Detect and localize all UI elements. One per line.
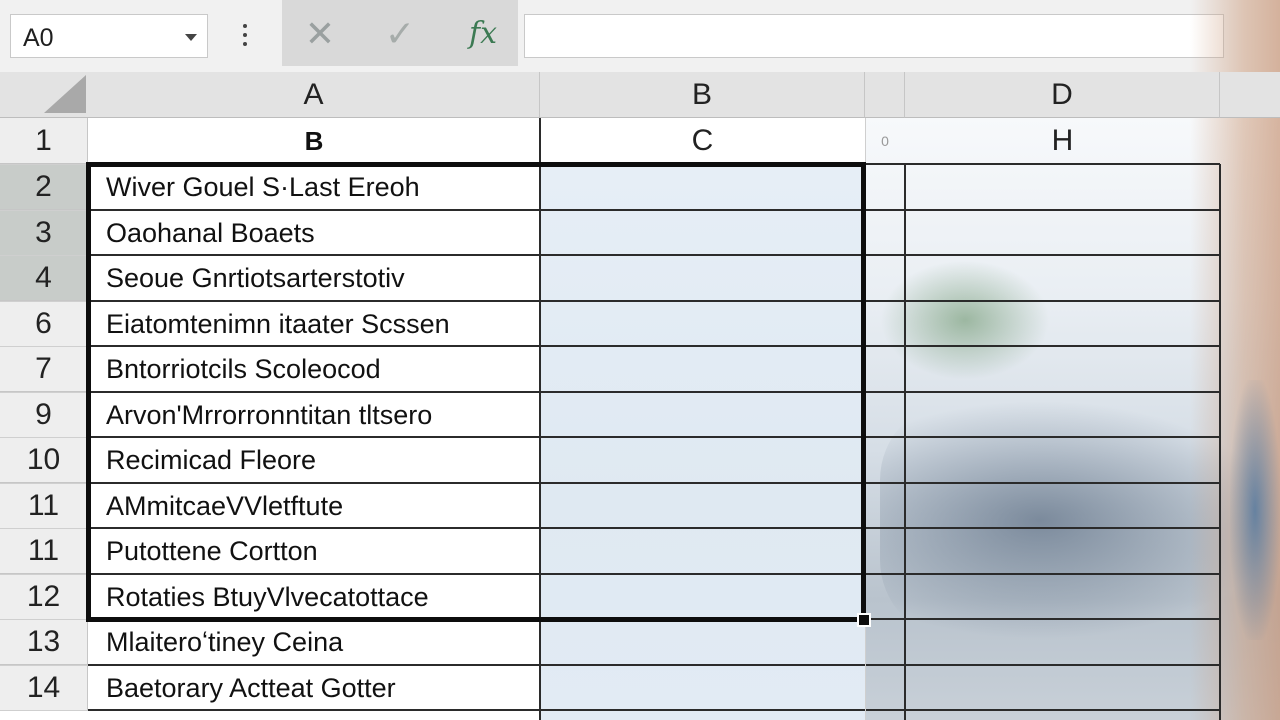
row-header[interactable]: 14 [0,665,88,711]
cell-narrow[interactable] [865,665,905,711]
grid-line [0,210,88,211]
grid-line [0,665,88,666]
cell-d[interactable] [905,437,1220,483]
chevron-down-icon[interactable] [185,34,197,41]
enter-icon[interactable]: ✓ [380,14,420,54]
grid-line [0,392,88,393]
cell-narrow1[interactable]: 0 [865,118,905,164]
edge-blur-blue [1230,380,1280,640]
row-header[interactable]: 2 [0,164,88,210]
grid-line [0,528,88,529]
grid-line [0,483,88,484]
cell-narrow[interactable] [865,255,905,301]
cell-narrow[interactable] [865,210,905,256]
selection-range [86,162,866,622]
cell-a1[interactable]: B [88,118,540,164]
cell-d1[interactable]: H [905,118,1220,164]
cell-a[interactable]: Baetorary Actteat Gotter [88,665,540,711]
grid-line [0,574,88,575]
insert-function-button[interactable]: fx [460,14,506,54]
formula-bar: A0 ✕ ✓ fx [0,0,1280,72]
row-header[interactable]: 4 [0,255,88,301]
row-header[interactable]: 12 [0,574,88,620]
grid-line [0,619,88,620]
row-header[interactable]: 3 [0,210,88,256]
grid-line [0,437,88,438]
grid-line [0,164,88,165]
column-header-d[interactable]: D [905,72,1220,118]
grid-line [88,709,1220,711]
cell-d[interactable] [905,164,1220,210]
cell-b[interactable] [540,619,865,665]
row-header[interactable]: 7 [0,346,88,392]
cell-narrow[interactable] [865,301,905,347]
cell-d[interactable] [905,574,1220,620]
cell-d[interactable] [905,483,1220,529]
cell-d[interactable] [905,346,1220,392]
grid-line [904,164,906,720]
column-header-hidden[interactable] [865,72,905,118]
fill-handle[interactable] [857,613,871,627]
row-header[interactable]: 11 [0,528,88,574]
cell-narrow[interactable] [865,164,905,210]
cell-d[interactable] [905,619,1220,665]
row-header[interactable]: 13 [0,619,88,665]
row-header[interactable]: 9 [0,392,88,438]
grid-line [1219,164,1221,720]
cell-a[interactable]: Mlaiteroʻtiney Ceina [88,619,540,665]
cell-narrow[interactable] [865,528,905,574]
cell-d[interactable] [905,255,1220,301]
row-header[interactable]: 10 [0,437,88,483]
grid-line [0,710,88,711]
name-box[interactable]: A0 [10,14,208,58]
row-header[interactable]: 11 [0,483,88,529]
cell-b1[interactable]: C [540,118,865,164]
cell-narrow[interactable] [865,619,905,665]
grid-line [0,255,88,256]
cell-d[interactable] [905,210,1220,256]
name-box-value: A0 [23,24,54,52]
cell-d[interactable] [905,665,1220,711]
cancel-icon[interactable]: ✕ [300,14,340,54]
select-all-corner[interactable] [0,72,88,118]
cell-narrow[interactable] [865,483,905,529]
grid-line [0,301,88,302]
grid-line [88,664,1220,666]
cell-narrow[interactable] [865,437,905,483]
cell-narrow[interactable] [865,574,905,620]
grid-line [0,346,88,347]
cell-narrow[interactable] [865,392,905,438]
row-header-1[interactable]: 1 [0,118,88,164]
row-header[interactable]: 6 [0,301,88,347]
cell-narrow[interactable] [865,346,905,392]
cell-d[interactable] [905,392,1220,438]
column-header-next[interactable] [1220,72,1280,118]
cell-d[interactable] [905,528,1220,574]
column-header-b[interactable]: B [540,72,865,118]
cell-b[interactable] [540,665,865,711]
formula-input[interactable] [524,14,1224,58]
column-header-a[interactable]: A [88,72,540,118]
formula-buttons: ✕ ✓ fx [282,0,518,66]
more-options-icon[interactable] [238,24,252,48]
cell-d[interactable] [905,301,1220,347]
